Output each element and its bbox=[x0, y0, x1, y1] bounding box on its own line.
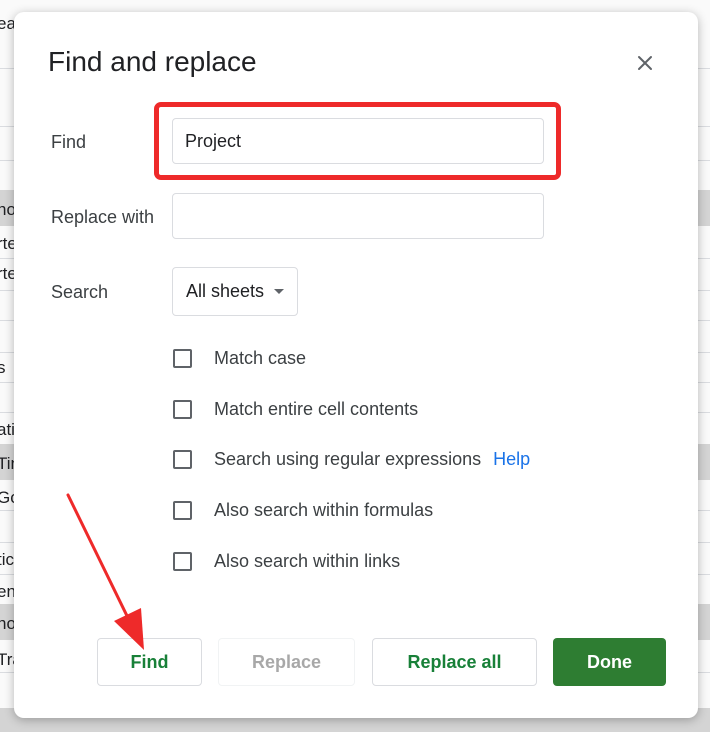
replace-button[interactable]: Replace bbox=[218, 638, 355, 686]
help-link[interactable]: Help bbox=[493, 449, 530, 470]
close-button[interactable] bbox=[630, 48, 660, 78]
search-scope-value: All sheets bbox=[186, 281, 265, 301]
option-label: Also search within links bbox=[214, 550, 401, 571]
option-search-formulas: Also search within formulas bbox=[173, 498, 433, 522]
search-links-checkbox[interactable] bbox=[173, 551, 192, 571]
annotation-highlight-box bbox=[154, 102, 561, 180]
option-label: Also search within formulas bbox=[214, 499, 434, 520]
cell-fragment: s bbox=[0, 358, 6, 377]
match-case-checkbox[interactable] bbox=[173, 348, 192, 368]
find-button[interactable]: Find bbox=[97, 638, 202, 686]
replace-all-button[interactable]: Replace all bbox=[372, 638, 537, 686]
dropdown-caret-icon bbox=[274, 289, 285, 294]
cell-fragment: ati bbox=[0, 420, 15, 439]
search-formulas-checkbox[interactable] bbox=[173, 500, 192, 520]
find-replace-dialog: Find and replace Find Replace with Searc… bbox=[14, 12, 698, 718]
option-label: Search using regular expressions bbox=[214, 448, 482, 469]
close-icon bbox=[638, 56, 652, 70]
option-match-case: Match case bbox=[173, 346, 306, 370]
search-label: Search bbox=[51, 282, 109, 302]
replace-label: Replace with bbox=[51, 207, 155, 227]
option-label: Match case bbox=[214, 347, 307, 368]
regex-checkbox[interactable] bbox=[173, 449, 192, 469]
option-regex: Search using regular expressions Help bbox=[173, 447, 530, 471]
replace-input[interactable] bbox=[172, 193, 544, 239]
search-scope-select[interactable]: All sheets bbox=[172, 267, 298, 316]
dialog-title: Find and replace bbox=[48, 46, 257, 77]
done-button[interactable]: Done bbox=[553, 638, 666, 686]
option-search-links: Also search within links bbox=[173, 549, 400, 573]
cell-fragment: tic bbox=[0, 550, 14, 569]
option-match-entire-cell: Match entire cell contents bbox=[173, 397, 418, 421]
find-label: Find bbox=[51, 132, 87, 152]
match-entire-cell-checkbox[interactable] bbox=[173, 399, 192, 419]
option-label: Match entire cell contents bbox=[214, 398, 419, 419]
